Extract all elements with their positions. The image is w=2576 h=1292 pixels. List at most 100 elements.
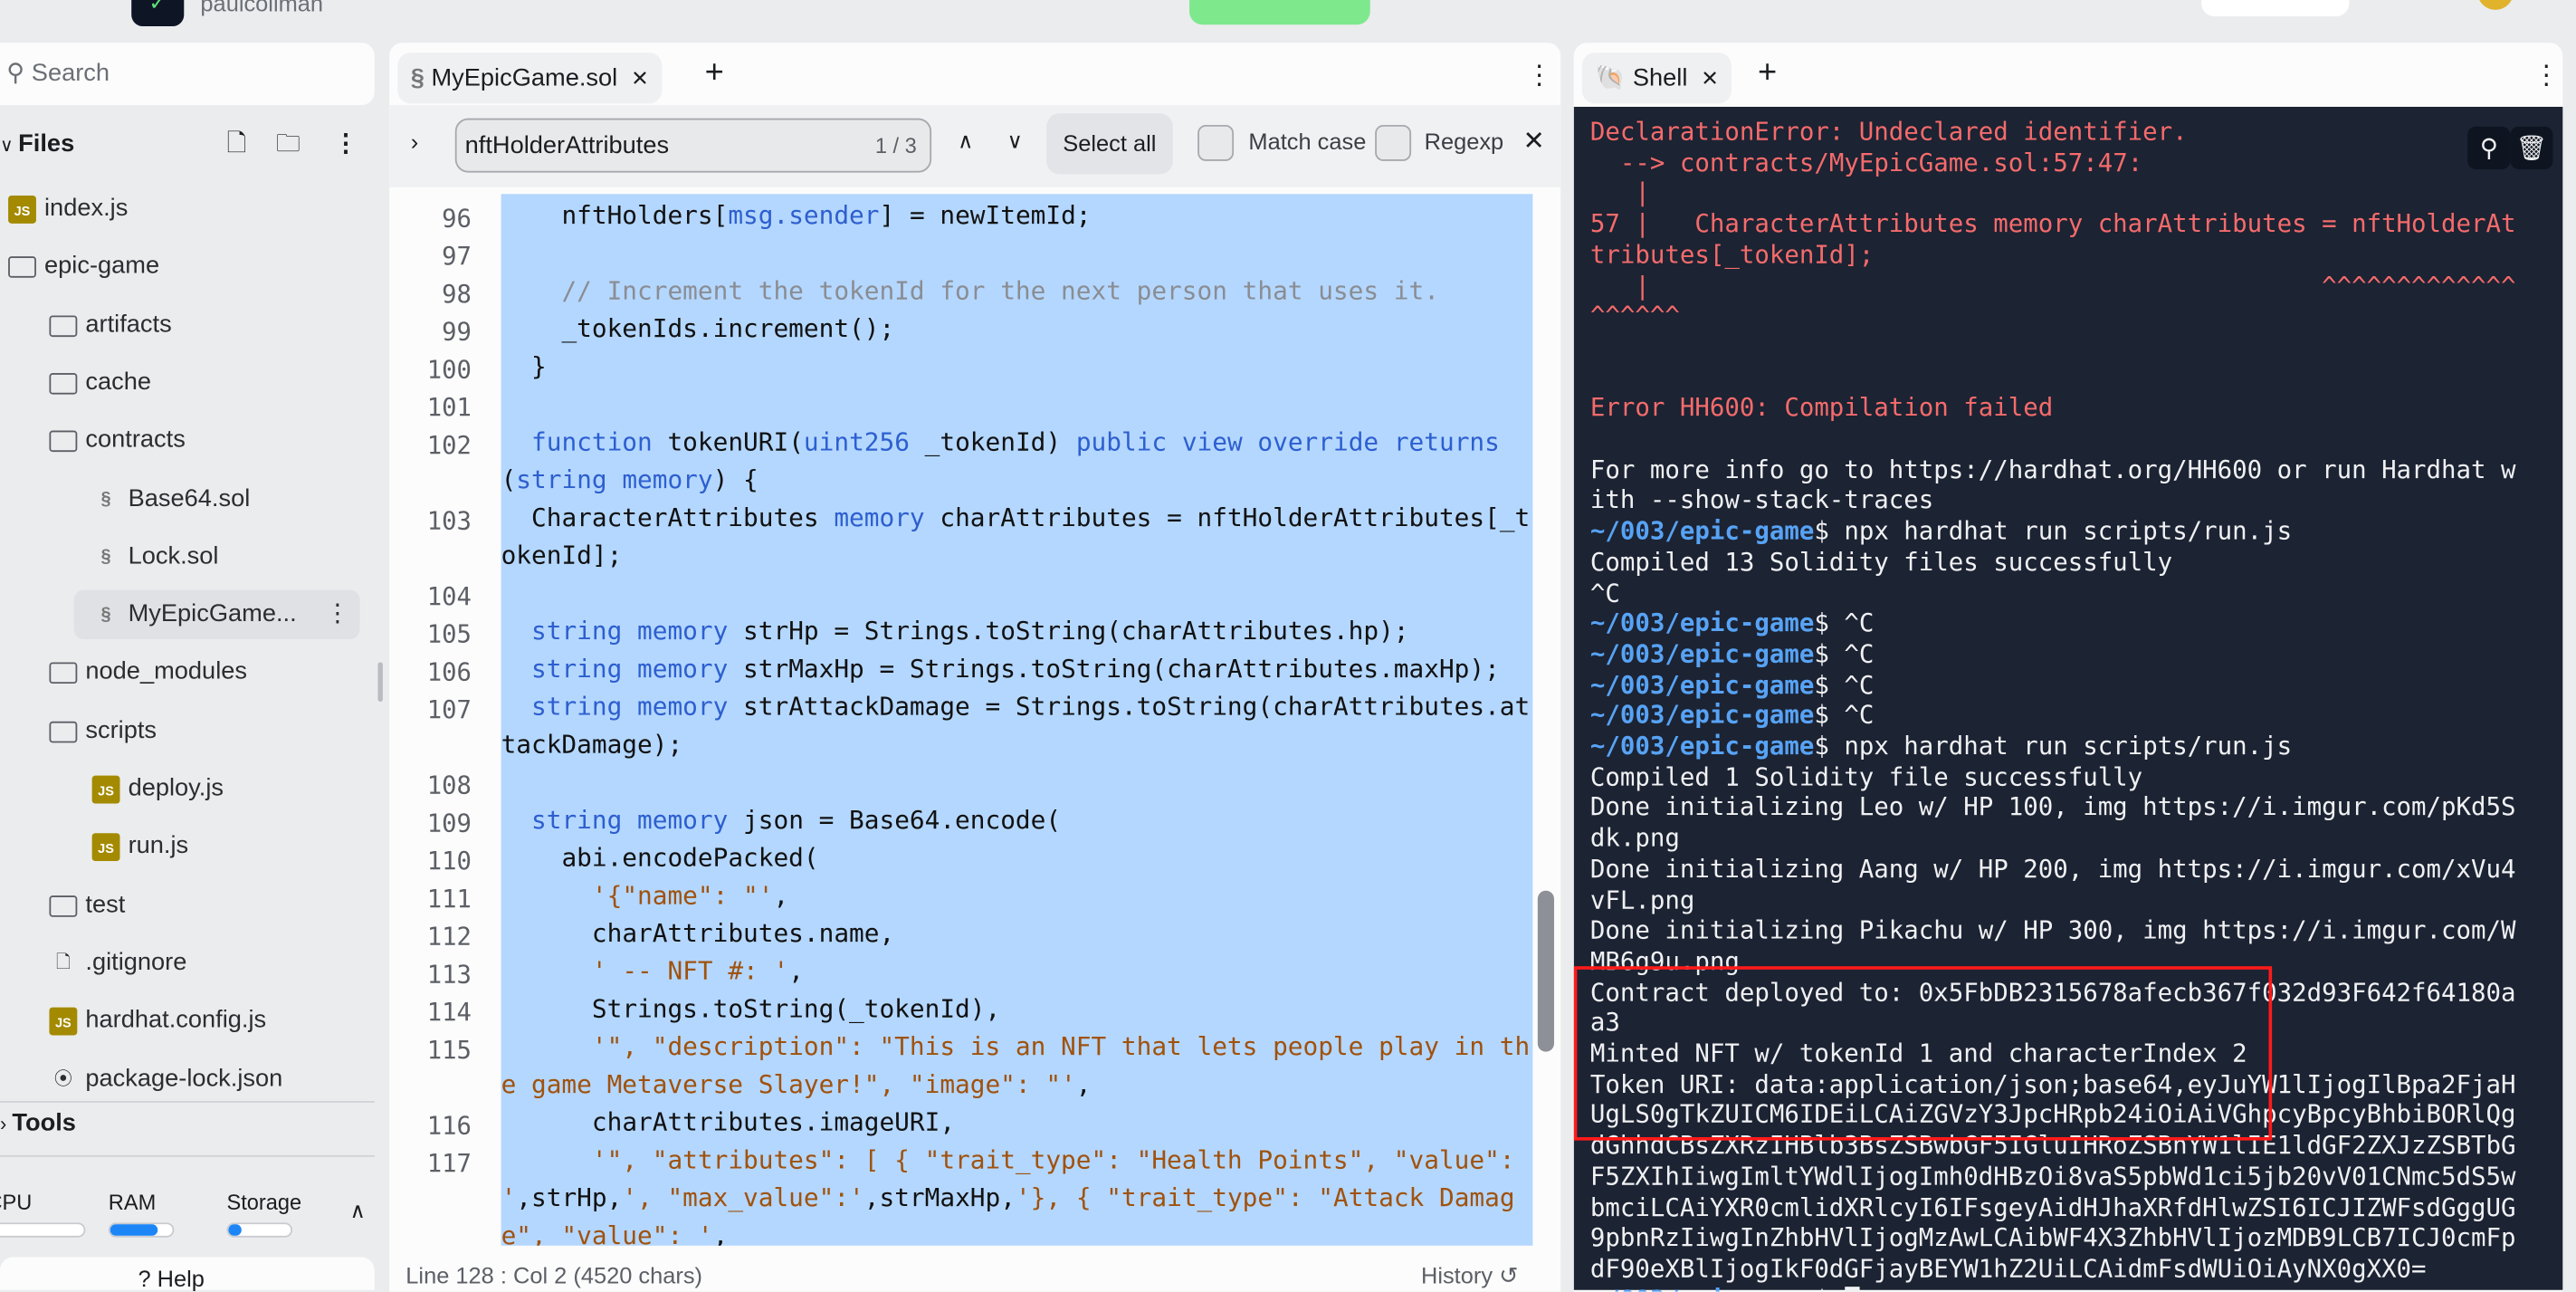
editor-scrollbar[interactable] — [1536, 194, 1556, 1246]
code-line: Strings.toString(_tokenId), — [501, 991, 1533, 1029]
terminal-cursor — [1844, 1286, 1859, 1292]
terminal-prompt-line: ~/003/epic-game$ ^C — [1589, 700, 1875, 731]
tree-item-contracts[interactable]: contracts — [0, 416, 375, 465]
code-editor[interactable]: 96 97 98 99 100 101 102 103 104 105 106 107 108 109 11… — [389, 194, 1561, 1246]
code-line: abi.encodePacked( — [501, 839, 1533, 877]
match-case-checkbox[interactable] — [1197, 124, 1235, 161]
regexp-label: Regexp — [1424, 128, 1504, 155]
code-line: string memory json = Base64.encode( — [501, 802, 1533, 840]
more-icon[interactable]: ⋮ — [1526, 59, 1552, 91]
terminal-line: --> contracts/MyEpicGame.sol:57:47: — [1589, 147, 2143, 177]
resource-label: CPU — [0, 1190, 33, 1215]
files-header[interactable]: ∨ Files 🗋 🗀 ⋮ — [0, 125, 375, 165]
tree-item-myepicgame-[interactable]: § MyEpicGame... ⋮ — [73, 589, 360, 640]
tab-shell[interactable]: 🐚 Shell ✕ — [1581, 53, 1732, 104]
code-text[interactable]: nftHolders[msg.sender] = newItemId; // I… — [501, 194, 1533, 1246]
previous-match-icon[interactable]: ∧ — [958, 129, 973, 155]
username[interactable]: paulcollman — [200, 0, 323, 16]
tree-item-scripts[interactable]: scripts — [0, 706, 375, 755]
next-match-icon[interactable]: ∨ — [1007, 129, 1023, 155]
regexp-checkbox[interactable] — [1375, 124, 1412, 161]
command-text: ^C — [1844, 638, 1875, 669]
tree-item--gitignore[interactable]: 🗋 .gitignore — [0, 938, 375, 987]
help-button[interactable]: ? Help — [138, 1266, 204, 1292]
code-line: // Increment the tokenId for the next pe… — [501, 273, 1533, 311]
top-action-button[interactable] — [2201, 0, 2350, 17]
tab-label: MyEpicGame.sol — [431, 63, 618, 92]
close-tab-icon[interactable]: ✕ — [631, 66, 649, 91]
code-token: abi.encodePacked( — [501, 843, 819, 873]
line-number: 98 — [442, 279, 472, 310]
resource-meter-storage[interactable] — [226, 1222, 293, 1238]
terminal-search-icon[interactable]: ⚲ — [2467, 126, 2511, 169]
terminal-line: Done initializing Leo w/ HP 100, img htt… — [1589, 792, 2516, 854]
tree-item-label: cache — [85, 368, 152, 397]
line-number: 110 — [426, 846, 472, 876]
status-bar: Line 128 : Col 2 (4520 chars) History ↺ — [389, 1256, 1560, 1288]
code-token: charAttributes.name, — [501, 918, 895, 949]
string-token: ' -- NFT #: ' — [591, 956, 789, 986]
more-icon[interactable]: ⋮ — [333, 125, 358, 165]
resource-meter-cpu[interactable] — [0, 1222, 86, 1238]
code-token: nftHolders[ — [501, 200, 729, 231]
repl-logo[interactable]: ✓ — [131, 0, 185, 27]
cursor-position: Line 128 : Col 2 (4520 chars) — [405, 1261, 703, 1288]
close-find-icon[interactable]: ✕ — [1523, 125, 1545, 158]
more-icon[interactable]: ⋮ — [325, 590, 349, 639]
code-line: charAttributes.imageURI, — [501, 1105, 1533, 1143]
sidebar-scroll-handle[interactable] — [377, 662, 383, 703]
code-line: _tokenIds.increment(); — [501, 311, 1533, 349]
tree-item-epic-game[interactable]: epic-game — [0, 242, 375, 291]
find-input[interactable]: nftHolderAttributes 1 / 3 — [454, 118, 932, 173]
code-line: nftHolders[msg.sender] = newItemId; — [501, 197, 1533, 235]
select-all-button[interactable]: Select all — [1046, 113, 1173, 175]
new-file-icon[interactable]: 🗋 — [226, 125, 246, 165]
new-folder-icon[interactable]: 🗀 — [276, 125, 301, 165]
more-icon[interactable]: ⋮ — [2533, 59, 2560, 91]
code-token: , — [1075, 1069, 1092, 1100]
new-tab-icon[interactable]: + — [1758, 54, 1777, 92]
solidity-file-icon: § — [100, 488, 111, 509]
collapse-resources-icon[interactable]: ∧ — [350, 1198, 366, 1224]
code-line: } — [501, 349, 1533, 387]
tools-header[interactable]: › Tools — [0, 1105, 375, 1144]
keyword-token: string memory — [531, 654, 729, 684]
keyword-token: public view override returns — [1075, 426, 1500, 457]
code-token: ) { — [712, 464, 758, 495]
tree-item-deploy-js[interactable]: JS deploy.js — [0, 764, 375, 813]
tree-item-label: artifacts — [85, 310, 172, 339]
tree-item-cache[interactable]: cache — [0, 358, 375, 407]
history-button[interactable]: History ↺ — [1421, 1262, 1518, 1290]
tree-item-package-lock-json[interactable]: ⦿ package-lock.json — [0, 1054, 375, 1103]
tree-item-base64-sol[interactable]: § Base64.sol — [0, 474, 375, 523]
search-input[interactable]: ⚲ Search — [0, 43, 375, 106]
scrollbar-thumb[interactable] — [1537, 890, 1554, 1052]
toggle-replace-icon[interactable]: › — [411, 129, 418, 155]
tab-myepicgame-sol[interactable]: § MyEpicGame.sol ✕ — [397, 53, 663, 104]
prompt-path: ~/003/epic-game — [1589, 608, 1815, 638]
tree-item-run-js[interactable]: JS run.js — [0, 822, 375, 871]
resource-meter-ram[interactable] — [108, 1222, 175, 1238]
code-line: function tokenURI(uint256 _tokenId) publ… — [501, 424, 1533, 499]
history-icon: ↺ — [1499, 1261, 1519, 1288]
avatar[interactable] — [2477, 0, 2514, 10]
search-icon: ⚲ — [6, 59, 25, 88]
tree-item-lock-sol[interactable]: § Lock.sol — [0, 532, 375, 581]
clear-terminal-trash-icon[interactable]: 🗑 — [2510, 126, 2553, 169]
tree-item-node-modules[interactable]: node_modules — [0, 648, 375, 697]
run-button[interactable] — [1189, 0, 1370, 25]
line-number: 117 — [426, 1148, 472, 1179]
close-tab-icon[interactable]: ✕ — [1701, 66, 1719, 91]
tree-item-test[interactable]: test — [0, 880, 375, 929]
folder-icon — [49, 721, 78, 742]
tree-item-hardhat-config-js[interactable]: JS hardhat.config.js — [0, 996, 375, 1045]
keyword-token: msg.sender — [728, 200, 880, 231]
tree-item-index-js[interactable]: JS index.js — [0, 184, 375, 233]
tree-item-label: hardhat.config.js — [85, 1006, 267, 1034]
code-token: } — [501, 351, 547, 382]
code-line: string memory strMaxHp = Strings.toStrin… — [501, 651, 1533, 689]
new-tab-icon[interactable]: + — [705, 54, 724, 92]
tree-item-artifacts[interactable]: artifacts — [0, 300, 375, 349]
